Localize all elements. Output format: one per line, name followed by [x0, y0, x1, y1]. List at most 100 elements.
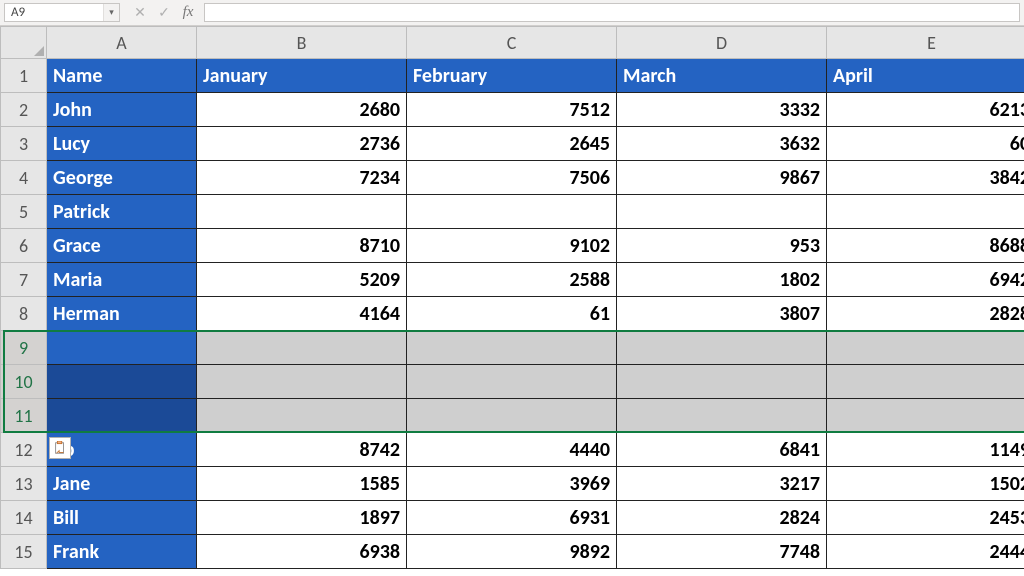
cell-C12[interactable]: 4440 — [407, 433, 617, 467]
row-header-15[interactable]: 15 — [1, 535, 47, 569]
cell-B1[interactable]: January — [197, 59, 407, 93]
row-header-3[interactable]: 3 — [1, 127, 47, 161]
row-header-14[interactable]: 14 — [1, 501, 47, 535]
cell-D10[interactable] — [617, 365, 827, 399]
cell-B9[interactable] — [197, 331, 407, 365]
cell-A1[interactable]: Name — [47, 59, 197, 93]
name-box-value[interactable]: A9 — [5, 4, 103, 21]
row-header-5[interactable]: 5 — [1, 195, 47, 229]
paste-options-icon[interactable] — [49, 437, 71, 459]
cell-D15[interactable]: 7748 — [617, 535, 827, 569]
spreadsheet[interactable]: ABCDE 1NameJanuaryFebruaryMarchApril 2Joh… — [0, 26, 1024, 569]
row-header-7[interactable]: 7 — [1, 263, 47, 297]
cell-E14[interactable]: 2453 — [827, 501, 1024, 535]
cell-E1[interactable]: April — [827, 59, 1024, 93]
cell-C1[interactable]: February — [407, 59, 617, 93]
cell-B2[interactable]: 2680 — [197, 93, 407, 127]
cell-B8[interactable]: 4164 — [197, 297, 407, 331]
cell-C4[interactable]: 7506 — [407, 161, 617, 195]
column-header-A[interactable]: A — [47, 27, 197, 59]
column-header-D[interactable]: D — [617, 27, 827, 59]
cell-D11[interactable] — [617, 399, 827, 433]
cell-D9[interactable] — [617, 331, 827, 365]
cell-A5[interactable]: Patrick — [47, 195, 197, 229]
cell-E11[interactable] — [827, 399, 1024, 433]
cell-E13[interactable]: 1502 — [827, 467, 1024, 501]
cell-E2[interactable]: 6213 — [827, 93, 1024, 127]
cell-D12[interactable]: 6841 — [617, 433, 827, 467]
row-header-10[interactable]: 10 — [1, 365, 47, 399]
cell-B10[interactable] — [197, 365, 407, 399]
cell-A6[interactable]: Grace — [47, 229, 197, 263]
cell-D5[interactable] — [617, 195, 827, 229]
cell-C5[interactable] — [407, 195, 617, 229]
cell-C6[interactable]: 9102 — [407, 229, 617, 263]
cell-D1[interactable]: March — [617, 59, 827, 93]
cell-B4[interactable]: 7234 — [197, 161, 407, 195]
row-header-13[interactable]: 13 — [1, 467, 47, 501]
row-header-8[interactable]: 8 — [1, 297, 47, 331]
row-header-1[interactable]: 1 — [1, 59, 47, 93]
cell-A3[interactable]: Lucy — [47, 127, 197, 161]
cell-B11[interactable] — [197, 399, 407, 433]
cell-B15[interactable]: 6938 — [197, 535, 407, 569]
column-header-E[interactable]: E — [827, 27, 1024, 59]
cell-D6[interactable]: 953 — [617, 229, 827, 263]
cell-D7[interactable]: 1802 — [617, 263, 827, 297]
cell-A14[interactable]: Bill — [47, 501, 197, 535]
fx-icon[interactable]: fx — [180, 5, 196, 21]
row-header-2[interactable]: 2 — [1, 93, 47, 127]
cell-D13[interactable]: 3217 — [617, 467, 827, 501]
cell-B14[interactable]: 1897 — [197, 501, 407, 535]
cell-C11[interactable] — [407, 399, 617, 433]
cell-C15[interactable]: 9892 — [407, 535, 617, 569]
cell-C2[interactable]: 7512 — [407, 93, 617, 127]
cell-C3[interactable]: 2645 — [407, 127, 617, 161]
cell-D4[interactable]: 9867 — [617, 161, 827, 195]
cell-E12[interactable]: 1149 — [827, 433, 1024, 467]
cell-E7[interactable]: 6942 — [827, 263, 1024, 297]
cell-E9[interactable] — [827, 331, 1024, 365]
name-box[interactable]: A9 ▾ — [4, 3, 120, 22]
cell-C14[interactable]: 6931 — [407, 501, 617, 535]
cell-B3[interactable]: 2736 — [197, 127, 407, 161]
row-header-4[interactable]: 4 — [1, 161, 47, 195]
cell-C7[interactable]: 2588 — [407, 263, 617, 297]
select-all-corner[interactable] — [1, 27, 47, 59]
cell-B12[interactable]: 8742 — [197, 433, 407, 467]
row-header-6[interactable]: 6 — [1, 229, 47, 263]
cell-B6[interactable]: 8710 — [197, 229, 407, 263]
cell-A2[interactable]: John — [47, 93, 197, 127]
cell-C13[interactable]: 3969 — [407, 467, 617, 501]
cell-E6[interactable]: 8688 — [827, 229, 1024, 263]
name-box-dropdown[interactable]: ▾ — [103, 4, 119, 21]
cell-A11[interactable] — [47, 399, 197, 433]
cell-E8[interactable]: 2828 — [827, 297, 1024, 331]
cell-A9[interactable] — [47, 331, 197, 365]
cell-B13[interactable]: 1585 — [197, 467, 407, 501]
cell-A10[interactable] — [47, 365, 197, 399]
cell-D2[interactable]: 3332 — [617, 93, 827, 127]
column-header-C[interactable]: C — [407, 27, 617, 59]
cell-A13[interactable]: Jane — [47, 467, 197, 501]
row-header-12[interactable]: 12 — [1, 433, 47, 467]
cell-A8[interactable]: Herman — [47, 297, 197, 331]
column-header-B[interactable]: B — [197, 27, 407, 59]
cell-D8[interactable]: 3807 — [617, 297, 827, 331]
cell-B7[interactable]: 5209 — [197, 263, 407, 297]
formula-input[interactable] — [204, 3, 1020, 22]
cell-B5[interactable] — [197, 195, 407, 229]
cell-D3[interactable]: 3632 — [617, 127, 827, 161]
cell-E5[interactable] — [827, 195, 1024, 229]
cell-E3[interactable]: 60 — [827, 127, 1024, 161]
cell-C8[interactable]: 61 — [407, 297, 617, 331]
cell-E4[interactable]: 3842 — [827, 161, 1024, 195]
row-header-11[interactable]: 11 — [1, 399, 47, 433]
cell-C10[interactable] — [407, 365, 617, 399]
cell-D14[interactable]: 2824 — [617, 501, 827, 535]
cell-E10[interactable] — [827, 365, 1024, 399]
cell-E15[interactable]: 2444 — [827, 535, 1024, 569]
cell-C9[interactable] — [407, 331, 617, 365]
cell-A7[interactable]: Maria — [47, 263, 197, 297]
row-header-9[interactable]: 9 — [1, 331, 47, 365]
